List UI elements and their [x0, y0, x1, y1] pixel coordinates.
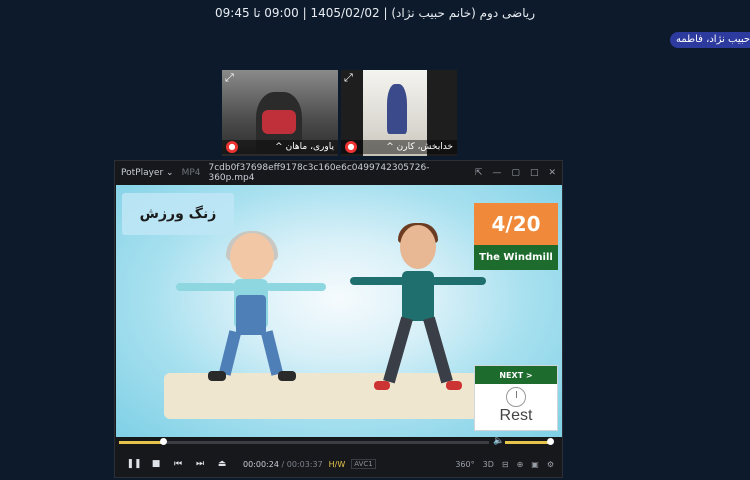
duration: / 00:03:37: [281, 459, 323, 469]
video-frame[interactable]: زنگ ورزش 4/20 The Windmill NEXT > Rest: [116, 185, 562, 437]
user-badge[interactable]: حبیب نژاد، فاطمه: [670, 32, 750, 48]
participant-tile[interactable]: ⤢ ^ خدابخش، کارن ●: [341, 70, 457, 156]
capture-icon[interactable]: ▣: [531, 460, 539, 469]
hw-decoder-badge[interactable]: H/W: [329, 460, 346, 469]
recording-icon: ●: [226, 141, 238, 153]
seek-handle[interactable]: [160, 438, 168, 445]
clock-icon: [506, 387, 526, 407]
3d-icon[interactable]: 3D: [483, 460, 494, 469]
participant-name: ^ خدابخش، کارن: [341, 140, 457, 154]
session-title: ریاضی دوم (خانم حبیب نژاد) | 1405/02/02 …: [215, 6, 535, 20]
next-label: NEXT >: [475, 366, 557, 384]
previous-button[interactable]: ⏮: [167, 459, 189, 469]
girl-character: [230, 233, 274, 281]
maximize-button[interactable]: □: [530, 168, 539, 178]
exercise-name: The Windmill: [474, 245, 558, 270]
next-button[interactable]: ⏭: [189, 459, 211, 469]
restore-button[interactable]: ▢: [511, 168, 520, 178]
boy-character: [400, 225, 436, 269]
seek-bar[interactable]: [119, 438, 489, 445]
settings-icon[interactable]: ⚙: [547, 460, 554, 469]
playlist-icon[interactable]: ⊟: [502, 460, 509, 469]
file-name: 7cdb0f37698eff9178c3c160e6c0499742305726…: [208, 163, 430, 183]
vr-360-icon[interactable]: 360°: [455, 460, 474, 469]
video-title-card: زنگ ورزش: [122, 193, 234, 235]
expand-icon[interactable]: ⤢: [225, 72, 237, 84]
seek-progress: [119, 441, 164, 444]
player-brand-menu[interactable]: PotPlayer ⌄: [121, 168, 174, 178]
player-controls: ❚❚ ■ ⏮ ⏭ ⏏ 00:00:24 / 00:03:37 H/W AVC1 …: [115, 453, 562, 475]
minimize-button[interactable]: —: [492, 168, 501, 178]
volume-handle[interactable]: [547, 438, 554, 445]
close-button[interactable]: ✕: [548, 168, 556, 178]
zoom-icon[interactable]: ⊕: [517, 460, 524, 469]
player-titlebar[interactable]: PotPlayer ⌄ MP4 7cdb0f37698eff9178c3c160…: [115, 161, 562, 185]
stop-button[interactable]: ■: [145, 459, 167, 469]
participant-tile[interactable]: ⤢ ^ یاوری، ماهان ●: [222, 70, 338, 156]
volume-slider[interactable]: [505, 438, 554, 445]
time-display: 00:00:24 / 00:03:37: [243, 460, 323, 469]
codec-badge[interactable]: AVC1: [351, 459, 376, 469]
volume-icon[interactable]: 🔈: [493, 436, 504, 446]
participant-name: ^ یاوری، ماهان: [222, 140, 338, 154]
eject-button[interactable]: ⏏: [211, 459, 233, 469]
next-rest: Rest: [499, 407, 533, 424]
pause-button[interactable]: ❚❚: [123, 459, 145, 469]
file-format: MP4: [181, 168, 201, 178]
expand-icon[interactable]: ⤢: [344, 72, 356, 84]
elapsed-time: 00:00:24: [243, 459, 279, 469]
media-player-window[interactable]: PotPlayer ⌄ MP4 7cdb0f37698eff9178c3c160…: [114, 160, 563, 478]
exercise-counter: 4/20: [474, 203, 558, 245]
recording-icon: ●: [345, 141, 357, 153]
pin-icon[interactable]: ⇱: [475, 168, 483, 178]
next-exercise-panel: NEXT > Rest: [474, 365, 558, 431]
